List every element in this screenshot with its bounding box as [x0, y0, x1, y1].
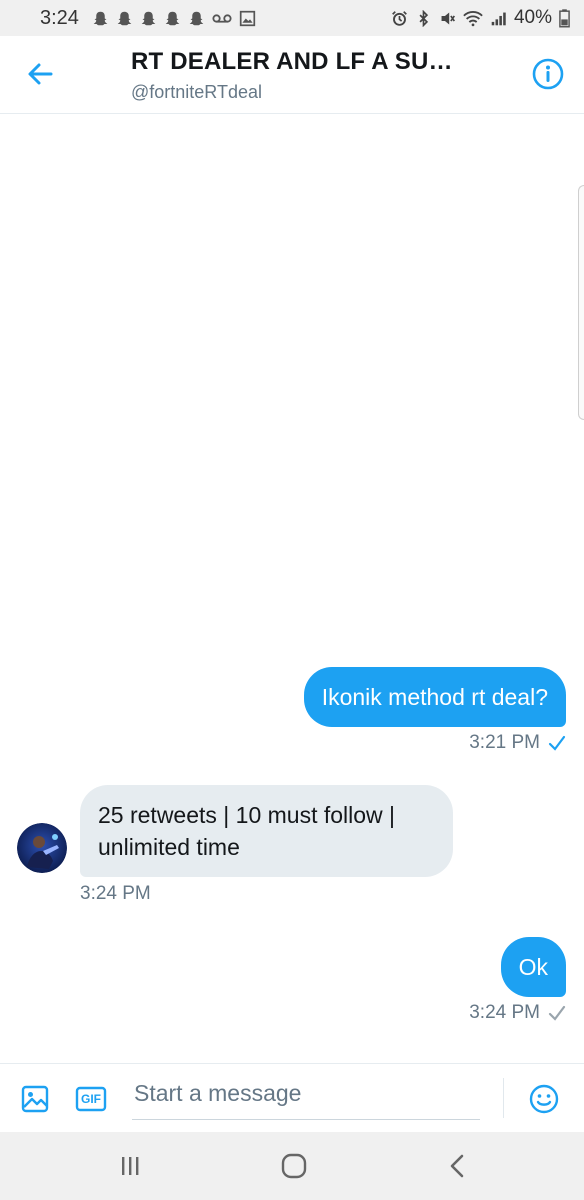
conversation-header: RT DEALER AND LF A SU… @fortniteRTdeal — [0, 36, 584, 114]
arrow-left-icon — [28, 63, 53, 85]
snapchat-icon — [164, 10, 181, 27]
conversation-title: RT DEALER AND LF A SU… — [131, 48, 453, 75]
message-composer: GIF — [0, 1063, 584, 1132]
emoji-button[interactable] — [527, 1082, 561, 1116]
status-time: 3:24 — [40, 6, 79, 29]
avatar-image — [17, 823, 67, 873]
status-bar-right: 40% — [391, 7, 570, 29]
signal-icon — [490, 10, 507, 27]
scrollbar-handle[interactable] — [578, 185, 584, 420]
message-meta: 3:24 PM — [80, 883, 151, 905]
status-bar-left: 3:24 — [40, 7, 256, 30]
sent-check-icon — [548, 1005, 566, 1021]
image-icon — [239, 10, 256, 27]
message-timestamp: 3:21 PM — [469, 732, 540, 753]
message-timestamp: 3:24 PM — [469, 1002, 540, 1023]
composer-divider — [503, 1078, 504, 1118]
home-icon — [281, 1153, 307, 1179]
message-bubble-outgoing[interactable]: Ikonik method rt deal? — [303, 667, 566, 727]
battery-icon — [559, 8, 570, 28]
message-input[interactable] — [132, 1074, 480, 1120]
avatar[interactable] — [17, 823, 67, 873]
recents-icon — [122, 1157, 139, 1175]
back-button[interactable] — [22, 56, 58, 92]
nav-back-button[interactable] — [438, 1150, 478, 1182]
conversation-title-block[interactable]: RT DEALER AND LF A SU… @fortniteRTdeal — [131, 48, 491, 103]
bluetooth-icon — [415, 9, 432, 27]
add-gif-button[interactable]: GIF — [74, 1082, 108, 1116]
snapchat-icon — [188, 10, 205, 27]
back-icon — [450, 1154, 464, 1178]
emoji-icon — [529, 1084, 559, 1114]
alarm-icon — [391, 10, 408, 27]
snapchat-icon — [140, 10, 157, 27]
battery-percent: 40% — [513, 7, 552, 28]
snapchat-icon — [92, 10, 109, 27]
conversation-handle: @fortniteRTdeal — [131, 82, 263, 102]
info-icon — [532, 58, 564, 90]
gif-label: GIF — [81, 1092, 101, 1106]
recents-button[interactable] — [110, 1150, 150, 1182]
snapchat-icon — [116, 10, 133, 27]
message-timestamp: 3:24 PM — [80, 883, 151, 904]
image-icon — [21, 1085, 49, 1113]
message-meta: 3:24 PM — [469, 1002, 566, 1024]
info-button[interactable] — [532, 58, 564, 90]
message-meta: 3:21 PM — [469, 732, 566, 754]
voicemail-icon — [212, 10, 232, 27]
message-bubble-incoming[interactable]: 25 retweets | 10 must follow | unlimited… — [80, 785, 453, 877]
system-nav-bar — [0, 1132, 584, 1200]
status-bar: 3:24 40% — [0, 0, 584, 36]
add-photo-button[interactable] — [18, 1082, 52, 1116]
home-button[interactable] — [274, 1150, 314, 1182]
message-bubble-outgoing[interactable]: Ok — [500, 937, 566, 997]
wifi-icon — [463, 10, 483, 27]
mute-icon — [439, 10, 456, 27]
read-check-icon — [548, 735, 566, 751]
